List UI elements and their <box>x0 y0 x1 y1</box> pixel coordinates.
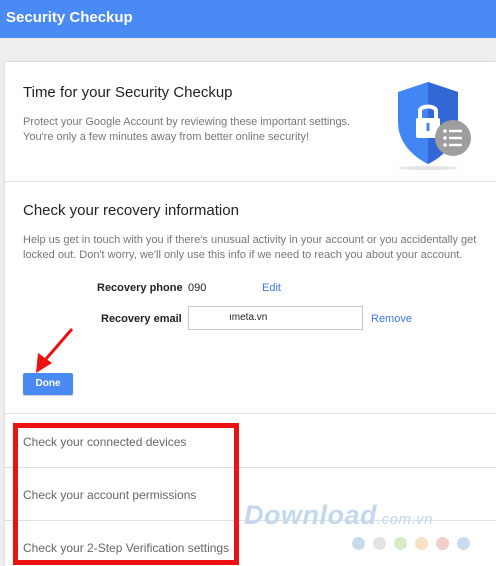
edit-phone-link[interactable]: Edit <box>262 282 281 294</box>
shield-lock-icon <box>392 78 474 170</box>
recovery-description: Help us get in touch with you if there's… <box>23 234 477 261</box>
remove-email-link[interactable]: Remove <box>371 313 412 325</box>
red-arrow-annotation <box>36 328 74 373</box>
watermark-suffix: .com.vn <box>377 511 434 528</box>
app-title: Security Checkup <box>6 9 133 26</box>
recovery-title: Check your recovery information <box>23 202 239 219</box>
intro-title: Time for your Security Checkup <box>23 84 233 101</box>
list-icon <box>443 129 462 147</box>
watermark-dots <box>352 537 482 551</box>
section-divider <box>5 181 496 182</box>
recovery-email-label: Recovery email <box>101 313 182 325</box>
intro-description: Protect your Google Account by reviewing… <box>23 116 351 143</box>
app-header: Security Checkup <box>0 0 496 38</box>
recovery-phone-value: 090 <box>188 282 207 294</box>
recovery-phone-label: Recovery phone <box>97 282 183 294</box>
watermark-brand: Download <box>244 500 377 530</box>
section-divider <box>5 413 496 414</box>
watermark-logo: Download.com.vn <box>244 500 433 531</box>
recovery-email-field[interactable]: ımeta.vn <box>188 306 363 330</box>
red-highlight-box <box>13 423 239 565</box>
